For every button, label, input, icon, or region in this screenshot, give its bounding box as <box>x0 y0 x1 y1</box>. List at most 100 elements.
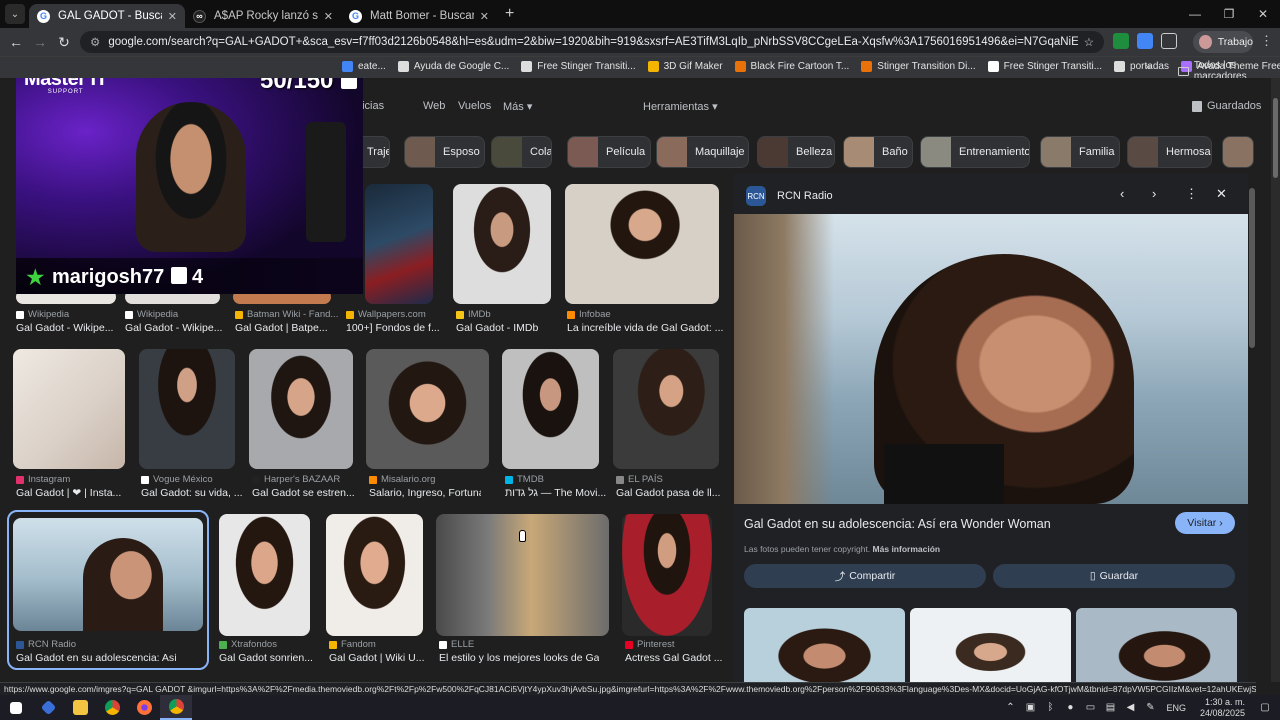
image-result[interactable] <box>565 184 719 304</box>
result-title[interactable]: Gal Gadot sonrien... <box>219 652 313 664</box>
chip-baño[interactable]: Baño <box>843 136 913 168</box>
image-result[interactable] <box>249 349 353 469</box>
chip-familia[interactable]: Familia <box>1040 136 1120 168</box>
result-source[interactable]: Misalario.org <box>369 474 435 485</box>
close-icon[interactable]: ✕ <box>1216 186 1227 202</box>
display-icon[interactable]: ▭ <box>1083 702 1097 713</box>
chip-maquillaje[interactable]: Maquillaje <box>656 136 749 168</box>
tab-search-button[interactable]: ⌄ <box>5 4 25 24</box>
minimize-icon[interactable]: — <box>1178 0 1212 28</box>
close-icon[interactable]: ✕ <box>168 10 177 23</box>
result-source[interactable]: Fandom <box>329 639 376 650</box>
bookmark-item[interactable]: 3D Gif Maker <box>647 61 723 72</box>
extensions-puzzle-icon[interactable] <box>1161 33 1177 49</box>
chip-belleza[interactable]: Belleza <box>757 136 835 168</box>
bookmark-item[interactable]: Free Stinger Transiti... <box>521 61 636 72</box>
result-source[interactable]: Xtrafondos <box>219 639 277 650</box>
result-source[interactable]: IMDb <box>456 309 491 320</box>
browser-menu-icon[interactable]: ⋮ <box>1260 33 1273 49</box>
next-icon[interactable]: › <box>1152 186 1156 201</box>
result-title[interactable]: Gal Gadot: su vida, ... <box>141 487 243 499</box>
bluetooth-icon[interactable]: ᛒ <box>1043 702 1057 713</box>
result-title[interactable]: גל גדות — The Movi... <box>505 487 606 499</box>
save-button[interactable]: ▯ Guardar <box>993 564 1235 588</box>
result-title[interactable]: Gal Gadot se estren... <box>252 487 355 499</box>
chip-hermosa[interactable]: Hermosa <box>1127 136 1212 168</box>
result-source[interactable]: Infobae <box>567 309 611 320</box>
result-title[interactable]: El estilo y los mejores looks de Gal ... <box>439 652 599 664</box>
bookmark-item[interactable]: eate... <box>342 61 386 72</box>
tools-button[interactable]: Herramientas ▾ <box>643 100 718 113</box>
translate-extension-icon[interactable] <box>1137 33 1153 49</box>
chrome-active-button[interactable] <box>160 695 192 720</box>
chip-esposo[interactable]: Esposo <box>404 136 485 168</box>
result-source[interactable]: Instagram <box>16 474 70 485</box>
result-title[interactable]: Gal Gadot | Wiki U... <box>329 652 425 664</box>
result-title[interactable]: Actress Gal Gadot ... <box>625 652 722 664</box>
volume-icon[interactable]: ◀ <box>1123 702 1137 713</box>
result-source[interactable]: Vogue México <box>141 474 213 485</box>
firefox-taskbar-button[interactable] <box>128 695 160 720</box>
result-title[interactable]: Gal Gadot - Wikipe... <box>16 322 113 334</box>
image-result[interactable] <box>502 349 599 469</box>
forward-icon[interactable]: → <box>28 34 52 50</box>
image-result[interactable] <box>139 349 235 469</box>
share-button[interactable]: ⤴ Compartir <box>744 564 986 588</box>
previous-icon[interactable]: ‹ <box>1120 186 1124 201</box>
result-source[interactable]: Batman Wiki - Fand... <box>235 309 338 320</box>
result-title[interactable]: Gal Gadot | Batpe... <box>235 322 328 334</box>
new-tab-button[interactable]: + <box>505 5 514 23</box>
tab-gal-gadot[interactable]: G GAL GADOT - Buscar con Google ✕ <box>29 4 185 28</box>
chip-película[interactable]: Película <box>567 136 651 168</box>
bookmark-item[interactable]: Stinger Transition Di... <box>861 61 976 72</box>
nav-flights[interactable]: Vuelos <box>458 100 491 112</box>
bookmark-item[interactable]: Ayuda de Google C... <box>397 61 509 72</box>
image-result[interactable] <box>13 349 125 469</box>
result-source[interactable]: EL PAÍS <box>616 474 663 485</box>
reload-icon[interactable]: ↻ <box>52 34 76 51</box>
chip-more[interactable] <box>1222 136 1254 168</box>
restore-icon[interactable]: ❐ <box>1212 0 1246 28</box>
network-icon[interactable]: ▤ <box>1103 702 1117 713</box>
related-image[interactable] <box>910 608 1071 682</box>
back-icon[interactable]: ← <box>4 34 28 50</box>
result-title[interactable]: La increíble vida de Gal Gadot: ... <box>567 322 723 334</box>
result-title[interactable]: 100+] Fondos de f... <box>346 322 440 334</box>
address-url[interactable]: google.com/search?q=GAL+GADOT+&sca_esv=f… <box>108 36 1077 48</box>
nav-web[interactable]: Web <box>423 100 445 112</box>
page-scrollbar[interactable] <box>1271 78 1280 682</box>
saved-button[interactable]: Guardados <box>1192 100 1261 112</box>
pen-icon[interactable]: ✎ <box>1143 702 1157 713</box>
bookmark-star-icon[interactable]: ☆ <box>1084 35 1094 49</box>
chrome-taskbar-button[interactable] <box>96 695 128 720</box>
language-indicator[interactable]: ENG <box>1166 703 1186 713</box>
result-source[interactable]: Wikipedia <box>16 309 69 320</box>
taskbar-app[interactable] <box>32 695 64 720</box>
bookmark-item[interactable]: portadas <box>1114 61 1169 72</box>
result-title[interactable]: Gal Gadot en su adolescencia: Así era ..… <box>16 652 176 664</box>
bookmark-item[interactable]: Free Stinger Transiti... <box>987 61 1102 72</box>
image-result[interactable] <box>219 514 310 636</box>
start-button[interactable] <box>0 695 32 720</box>
nav-more[interactable]: Más ▾ <box>503 100 532 113</box>
result-title[interactable]: Gal Gadot pasa de ll... <box>616 487 720 499</box>
result-source[interactable]: Pinterest <box>625 639 675 650</box>
profile-button[interactable]: Trabajo <box>1193 31 1253 53</box>
chip-entrenamiento[interactable]: Entrenamiento <box>920 136 1030 168</box>
visit-button[interactable]: Visitar › <box>1175 512 1235 534</box>
preview-image[interactable]: ◎ <box>734 214 1248 504</box>
image-result[interactable] <box>613 349 719 469</box>
preview-source[interactable]: RCN RCN Radio <box>746 186 833 206</box>
related-image[interactable] <box>1076 608 1237 682</box>
microphone-icon[interactable]: ● <box>1063 702 1077 713</box>
file-explorer-button[interactable] <box>64 695 96 720</box>
close-icon[interactable]: ✕ <box>324 10 333 23</box>
image-result[interactable] <box>622 514 712 636</box>
result-source[interactable]: Wikipedia <box>125 309 178 320</box>
clock[interactable]: 1:30 a. m. 24/08/2025 <box>1200 697 1245 719</box>
image-result[interactable] <box>326 514 423 636</box>
tab-asap-rocky[interactable]: ∞ A$AP Rocky lanzó su colección ✕ <box>185 4 341 28</box>
image-result[interactable] <box>365 184 433 304</box>
related-image[interactable] <box>744 608 905 682</box>
tab-matt-bomer[interactable]: G Matt Bomer - Buscar con Google ✕ <box>341 4 497 28</box>
